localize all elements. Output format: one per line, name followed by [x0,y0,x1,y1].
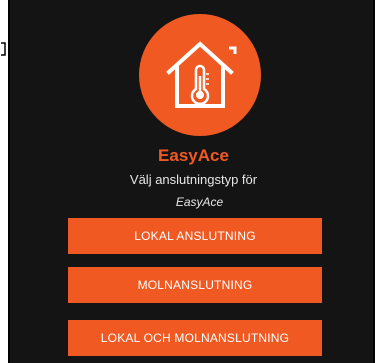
connection-type-screen: EasyAce Välj anslutningstyp för EasyAce … [8,0,375,363]
cloud-connection-button[interactable]: MOLNANSLUTNING [68,267,322,303]
edge-bracket-icon [1,42,6,56]
house-thermometer-icon [166,41,237,108]
app-name: EasyAce [158,146,229,165]
app-logo [139,14,261,136]
instruction-app-name: EasyAce [175,195,224,209]
left-margin [0,0,8,363]
instruction-text: Välj anslutningstyp för [129,172,258,187]
local-connection-button[interactable]: LOKAL ANSLUTNING [68,218,322,254]
local-and-cloud-connection-button[interactable]: LOKAL OCH MOLNANSLUTNING [68,320,322,356]
